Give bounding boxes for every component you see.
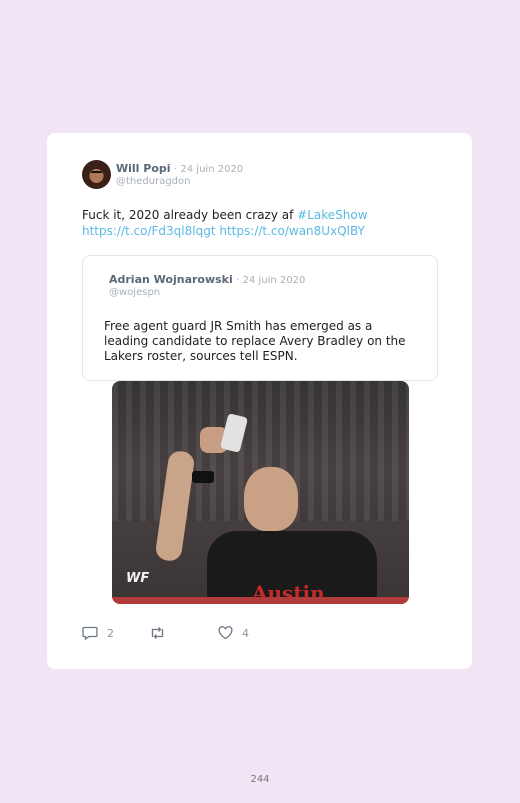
- tweet-media-image[interactable]: Austin WF: [112, 381, 409, 604]
- like-count: 4: [242, 626, 249, 640]
- heart-icon: [218, 626, 233, 640]
- quoted-date: · 24 juin 2020: [236, 275, 306, 286]
- tweet-text: Fuck it, 2020 already been crazy af #Lak…: [82, 207, 442, 239]
- tweet-link-1[interactable]: https://t.co/Fd3ql8lqgt: [82, 224, 216, 238]
- reply-count: 2: [107, 626, 114, 640]
- quoted-text: Free agent guard JR Smith has emerged as…: [104, 319, 406, 363]
- retweet-icon: [151, 627, 164, 639]
- like-action[interactable]: 4: [218, 626, 249, 640]
- quoted-handle[interactable]: @wojespn: [109, 287, 160, 298]
- head: [244, 467, 298, 531]
- reply-action[interactable]: 2: [82, 626, 114, 640]
- author-line: Will Popi · 24 juin 2020: [116, 162, 243, 175]
- quoted-author-name[interactable]: Adrian Wojnarowski: [109, 273, 233, 286]
- author-handle[interactable]: @theduragdon: [116, 176, 191, 187]
- avatar[interactable]: [82, 160, 111, 189]
- author-name[interactable]: Will Popi: [116, 162, 171, 175]
- quoted-tweet[interactable]: Adrian Wojnarowski · 24 juin 2020 @wojes…: [82, 255, 438, 381]
- wwf-logo: WF: [126, 571, 150, 586]
- wristband: [192, 471, 214, 483]
- tweet-text-body: Fuck it, 2020 already been crazy af: [82, 208, 298, 222]
- tweet-date: · 24 juin 2020: [174, 164, 244, 175]
- hashtag-link[interactable]: #LakeShow: [297, 208, 367, 222]
- ring-rope: [112, 597, 409, 604]
- tweet-link-2[interactable]: https://t.co/wan8UxQlBY: [219, 224, 365, 238]
- quoted-author-line: Adrian Wojnarowski · 24 juin 2020: [109, 273, 305, 286]
- tweet-card: Will Popi · 24 juin 2020 @theduragdon Fu…: [47, 133, 472, 669]
- retweet-action[interactable]: [149, 626, 166, 640]
- reply-icon: [82, 626, 98, 640]
- page-number: 244: [250, 774, 270, 785]
